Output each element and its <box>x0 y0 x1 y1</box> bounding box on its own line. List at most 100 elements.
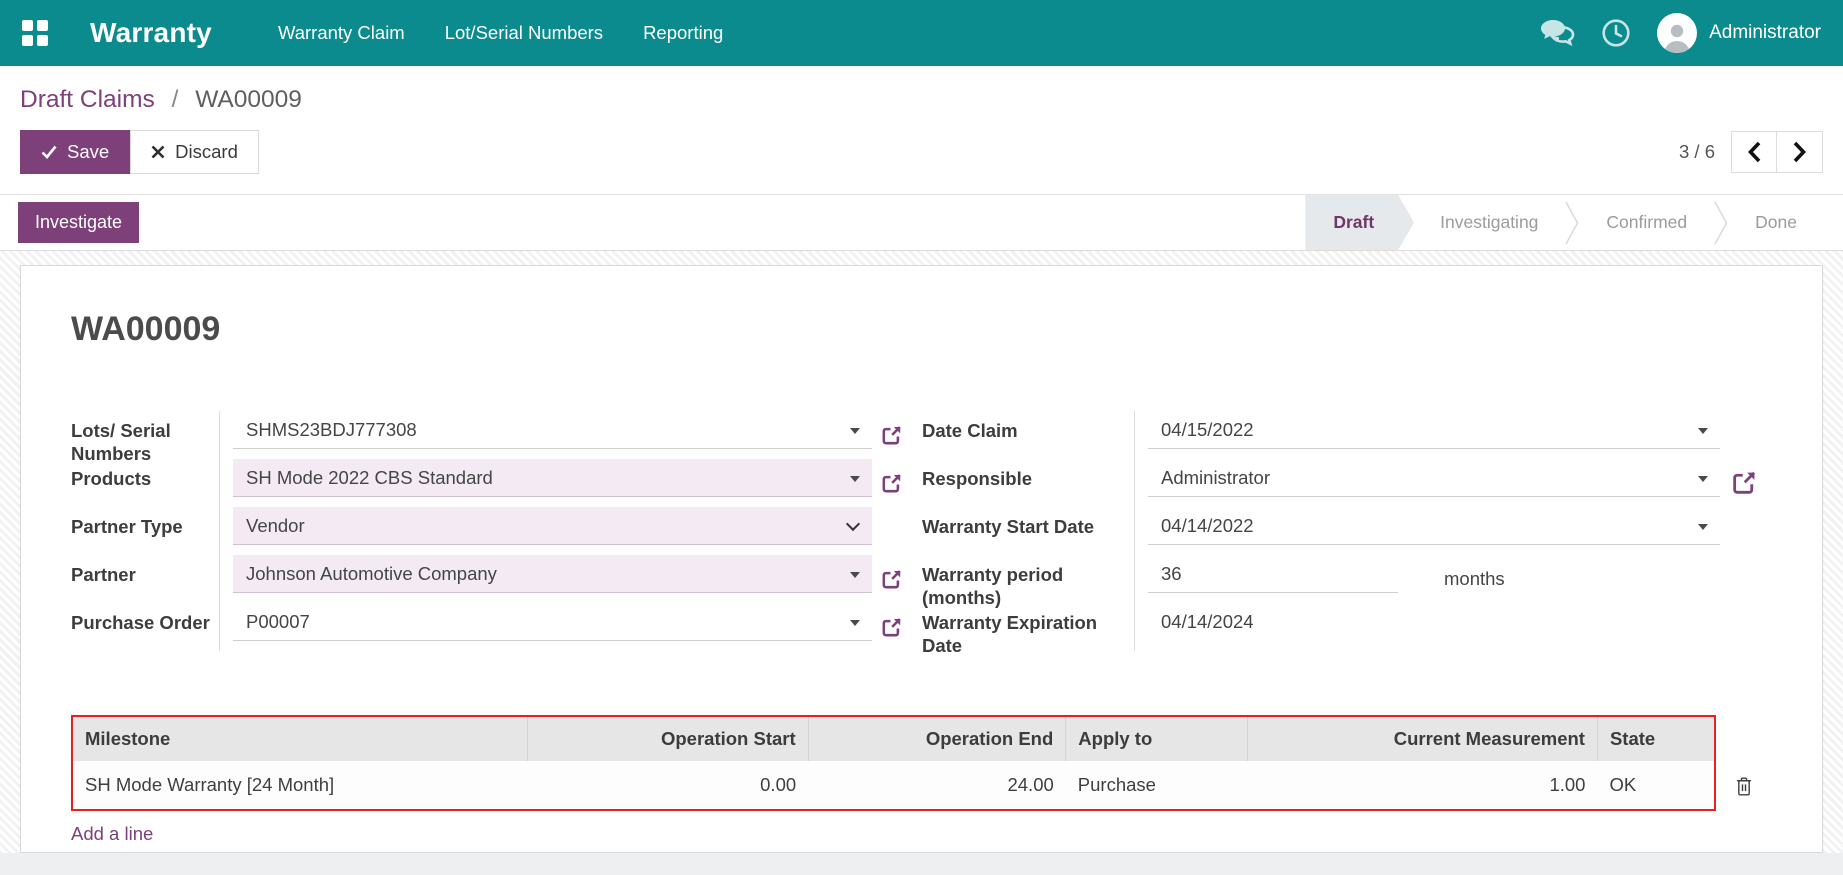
breadcrumb-current: WA00009 <box>195 86 302 113</box>
chevron-separator-icon <box>1564 195 1580 250</box>
form-field-groups: Lots/ Serial Numbers Products Partner Ty… <box>71 411 1772 656</box>
column-header-current-measurement[interactable]: Current Measurement <box>1247 717 1598 761</box>
activities-button[interactable] <box>1601 18 1631 48</box>
user-name: Administrator <box>1709 22 1821 43</box>
open-partner-record-button[interactable] <box>880 568 903 591</box>
operation-start-cell[interactable]: 0.00 <box>527 761 809 809</box>
external-link-icon <box>882 473 901 492</box>
responsible-value: Administrator <box>1161 466 1270 488</box>
person-icon <box>1664 24 1691 53</box>
attention-highlight-box: Milestone Operation Start Operation End … <box>71 715 1716 811</box>
user-menu[interactable]: Administrator <box>1657 13 1821 53</box>
right-field-group: Date Claim Responsible Warranty Start Da… <box>922 411 1772 656</box>
top-navbar: Warranty Warranty Claim Lot/Serial Numbe… <box>0 0 1843 66</box>
partner-field[interactable]: Johnson Automotive Company <box>233 555 872 593</box>
right-field-column: 04/15/2022 Administrator 04/14/2022 36 m… <box>1134 411 1720 651</box>
record-pager: 3 / 6 <box>1679 131 1823 173</box>
chevron-left-icon <box>1747 141 1760 163</box>
menu-item-reporting[interactable]: Reporting <box>643 22 723 44</box>
state-cell[interactable]: OK <box>1597 761 1714 809</box>
pager-next-button[interactable] <box>1777 131 1823 173</box>
purchase-order-label: Purchase Order <box>71 612 210 633</box>
pager-value: 3 / 6 <box>1679 141 1715 162</box>
messages-button[interactable] <box>1539 18 1575 48</box>
dropdown-caret-icon <box>850 619 860 626</box>
table-header-row: Milestone Operation Start Operation End … <box>73 717 1714 761</box>
warranty-app-window: Warranty Warranty Claim Lot/Serial Numbe… <box>0 0 1843 875</box>
left-field-group: Lots/ Serial Numbers Products Partner Ty… <box>71 411 916 651</box>
date-claim-value: 04/15/2022 <box>1161 418 1254 440</box>
products-value: SH Mode 2022 CBS Standard <box>246 466 493 488</box>
table-row[interactable]: SH Mode Warranty [24 Month] 0.00 24.00 P… <box>73 761 1714 809</box>
dropdown-caret-icon <box>1698 427 1708 434</box>
warranty-start-date-field[interactable]: 04/14/2022 <box>1148 507 1720 545</box>
status-step-done[interactable]: Done <box>1729 195 1823 250</box>
save-button[interactable]: Save <box>20 130 131 174</box>
open-responsible-record-button[interactable] <box>1730 469 1758 497</box>
left-link-column <box>872 411 916 651</box>
menu-item-warranty-claim[interactable]: Warranty Claim <box>278 22 405 44</box>
current-measurement-cell[interactable]: 1.00 <box>1247 761 1598 809</box>
breadcrumb: Draft Claims / WA00009 <box>0 66 1843 114</box>
save-button-label: Save <box>67 141 110 162</box>
products-field[interactable]: SH Mode 2022 CBS Standard <box>233 459 872 497</box>
breadcrumb-parent-link[interactable]: Draft Claims <box>20 86 155 113</box>
column-header-apply-to[interactable]: Apply to <box>1065 717 1248 761</box>
pager-buttons <box>1731 131 1823 173</box>
statusbar: Investigate Draft Investigating Confirme… <box>0 195 1843 251</box>
pager-previous-button[interactable] <box>1731 131 1777 173</box>
external-link-icon <box>882 569 901 588</box>
chat-icon <box>1541 20 1575 47</box>
dropdown-caret-icon <box>1698 475 1708 482</box>
discard-button-label: Discard <box>175 141 238 162</box>
apply-to-cell[interactable]: Purchase <box>1065 761 1248 809</box>
column-header-operation-end[interactable]: Operation End <box>807 717 1066 761</box>
open-purchase-order-button[interactable] <box>880 616 903 639</box>
date-claim-field[interactable]: 04/15/2022 <box>1148 411 1720 449</box>
list-footer-band <box>0 853 1843 875</box>
record-title: WA00009 <box>71 310 221 348</box>
apps-menu-button[interactable] <box>22 20 48 46</box>
milestone-cell[interactable]: SH Mode Warranty [24 Month] <box>73 761 528 809</box>
delete-row-button[interactable] <box>1734 775 1754 798</box>
menu-item-lot-serial-numbers[interactable]: Lot/Serial Numbers <box>445 22 603 44</box>
lots-serial-numbers-field[interactable]: SHMS23BDJ777308 <box>233 411 872 449</box>
warranty-period-field[interactable]: 36 <box>1148 555 1398 593</box>
user-avatar <box>1657 13 1698 53</box>
partner-label: Partner <box>71 564 136 585</box>
record-buttons: Save Discard <box>20 130 259 174</box>
responsible-field[interactable]: Administrator <box>1148 459 1720 497</box>
purchase-order-field[interactable]: P00007 <box>233 603 872 641</box>
status-step-confirmed[interactable]: Confirmed <box>1580 195 1713 250</box>
column-header-state[interactable]: State <box>1596 717 1714 761</box>
activity-clock-icon <box>1602 19 1630 47</box>
left-field-column: SHMS23BDJ777308 SH Mode 2022 CBS Standar… <box>219 411 872 651</box>
right-link-column <box>1720 411 1772 651</box>
chevron-right-icon <box>1793 141 1806 163</box>
column-header-milestone[interactable]: Milestone <box>73 717 528 761</box>
partner-value: Johnson Automotive Company <box>246 562 497 584</box>
form-view-background: WA00009 Lots/ Serial Numbers Products Pa… <box>0 251 1843 875</box>
milestones-list: Milestone Operation Start Operation End … <box>71 715 1772 811</box>
status-step-investigating[interactable]: Investigating <box>1414 195 1564 250</box>
lots-serial-numbers-value: SHMS23BDJ777308 <box>246 418 417 440</box>
breadcrumb-separator: / <box>171 86 179 113</box>
apps-grid-icon <box>22 20 33 31</box>
partner-type-select[interactable]: Vendor <box>233 507 872 545</box>
date-claim-label: Date Claim <box>922 420 1018 441</box>
add-a-line-link[interactable]: Add a line <box>71 823 153 845</box>
warranty-start-date-label: Warranty Start Date <box>922 516 1095 537</box>
dropdown-caret-icon <box>850 427 860 434</box>
discard-button[interactable]: Discard <box>130 130 259 174</box>
operation-end-cell[interactable]: 24.00 <box>808 761 1066 809</box>
main-menu: Warranty Claim Lot/Serial Numbers Report… <box>278 22 723 44</box>
dropdown-caret-icon <box>1698 523 1708 530</box>
status-step-draft[interactable]: Draft <box>1305 195 1414 250</box>
open-lot-record-button[interactable] <box>880 424 903 447</box>
investigate-button[interactable]: Investigate <box>18 202 140 243</box>
app-brand[interactable]: Warranty <box>90 17 212 49</box>
open-product-record-button[interactable] <box>880 472 903 495</box>
column-header-operation-start[interactable]: Operation Start <box>527 717 809 761</box>
control-panel: Save Discard 3 / 6 <box>0 114 1843 194</box>
warranty-expiration-date-value: 04/14/2024 <box>1161 611 1254 632</box>
